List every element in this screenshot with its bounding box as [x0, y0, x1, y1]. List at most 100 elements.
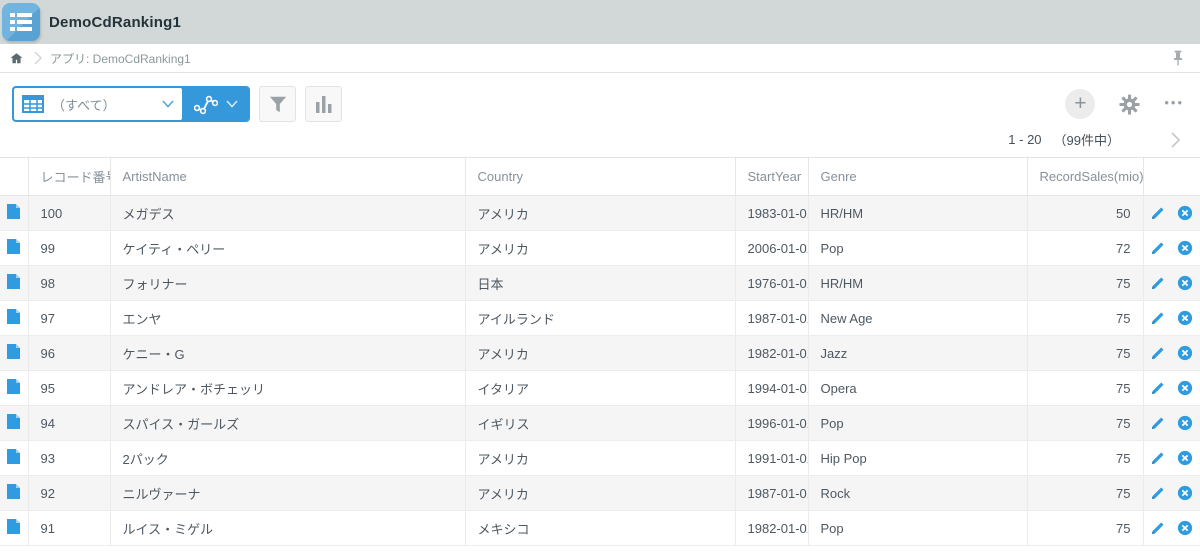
more-options-button[interactable]: •••: [1164, 95, 1184, 114]
artist-name-cell: 2パック: [110, 440, 466, 476]
gear-icon: [1119, 93, 1140, 115]
add-record-button[interactable]: +: [1065, 89, 1096, 119]
record-sales-cell: 75: [1027, 510, 1144, 546]
record-number-cell: 97: [28, 300, 111, 336]
edit-record-button[interactable]: [1150, 520, 1166, 536]
genre-cell: Pop: [808, 510, 1028, 546]
delete-record-button[interactable]: [1177, 520, 1193, 536]
record-document-icon[interactable]: [6, 343, 21, 360]
country-cell: アメリカ: [465, 335, 736, 371]
breadcrumb-separator-icon: [34, 51, 42, 65]
artist-name-cell: フォリナー: [110, 265, 466, 301]
delete-record-button[interactable]: [1177, 240, 1193, 256]
delete-record-button[interactable]: [1177, 485, 1193, 501]
genre-cell: Hip Pop: [808, 440, 1028, 476]
edit-record-button[interactable]: [1150, 415, 1166, 431]
view-dropdown[interactable]: （すべて）: [14, 88, 182, 120]
start-year-cell: 1976-01-01: [735, 265, 809, 301]
record-sales-cell: 75: [1027, 405, 1144, 441]
record-document-icon[interactable]: [6, 413, 21, 430]
edit-record-button[interactable]: [1150, 485, 1166, 501]
edit-record-button[interactable]: [1150, 275, 1166, 291]
genre-cell: Pop: [808, 405, 1028, 441]
start-year-cell: 2006-01-01: [735, 230, 809, 266]
edit-record-button[interactable]: [1150, 380, 1166, 396]
delete-record-button[interactable]: [1177, 380, 1193, 396]
delete-record-button[interactable]: [1177, 345, 1193, 361]
record-document-icon[interactable]: [6, 203, 21, 220]
record-document-icon[interactable]: [6, 448, 21, 465]
filter-funnel-icon: [269, 96, 286, 112]
graph-view-switcher[interactable]: [182, 88, 248, 120]
record-list-table: レコード番号 ArtistName Country StartYear Genr…: [0, 157, 1200, 546]
table-row[interactable]: 98 フォリナー 日本 1976-01-01 HR/HM 75: [0, 265, 1200, 301]
edit-record-button[interactable]: [1150, 240, 1166, 256]
edit-record-button[interactable]: [1150, 310, 1166, 326]
table-row[interactable]: 91 ルイス・ミゲル メキシコ 1982-01-01 Pop 75: [0, 510, 1200, 546]
edit-record-button[interactable]: [1150, 345, 1166, 361]
table-row[interactable]: 94 スパイス・ガールズ イギリス 1996-01-01 Pop 75: [0, 405, 1200, 441]
record-number-cell: 99: [28, 230, 111, 266]
view-toolbar: （すべて） + •••: [0, 73, 1200, 122]
record-sales-cell: 50: [1027, 195, 1144, 231]
pagination-bar: 1 - 20 （99件中）: [0, 122, 1200, 157]
table-row[interactable]: 100 メガデス アメリカ 1983-01-01 HR/HM 50: [0, 195, 1200, 231]
pencil-icon: [1152, 242, 1164, 255]
delete-record-button[interactable]: [1177, 450, 1193, 466]
delete-record-button[interactable]: [1177, 275, 1193, 291]
table-row[interactable]: 95 アンドレア・ボチェッリ イタリア 1994-01-01 Opera 75: [0, 370, 1200, 406]
record-document-icon[interactable]: [6, 273, 21, 290]
app-title: DemoCdRanking1: [49, 13, 181, 31]
column-header-start-year[interactable]: StartYear: [735, 157, 809, 196]
app-menu-icon[interactable]: [2, 3, 40, 41]
delete-record-button[interactable]: [1177, 415, 1193, 431]
column-header-sales[interactable]: RecordSales(mio): [1027, 157, 1144, 196]
toolbar-right-controls: + •••: [1065, 89, 1184, 119]
edit-record-button[interactable]: [1150, 205, 1166, 221]
delete-record-button[interactable]: [1177, 310, 1193, 326]
country-cell: イタリア: [465, 370, 736, 406]
filter-button[interactable]: [259, 86, 296, 122]
home-icon[interactable]: [9, 51, 24, 66]
pencil-icon: [1152, 522, 1164, 535]
record-number-cell: 93: [28, 440, 111, 476]
pencil-icon: [1152, 207, 1164, 220]
record-sales-cell: 75: [1027, 265, 1144, 301]
edit-record-button[interactable]: [1150, 450, 1166, 466]
artist-name-cell: ケイティ・ペリー: [110, 230, 466, 266]
x-circle-icon: [1178, 240, 1193, 256]
genre-cell: Pop: [808, 230, 1028, 266]
table-row[interactable]: 97 エンヤ アイルランド 1987-01-01 New Age 75: [0, 300, 1200, 336]
record-document-icon[interactable]: [6, 483, 21, 500]
start-year-cell: 1994-01-01: [735, 370, 809, 406]
delete-record-button[interactable]: [1177, 205, 1193, 221]
breadcrumb-app-link[interactable]: アプリ: DemoCdRanking1: [50, 50, 191, 67]
chevron-down-icon: [226, 100, 238, 108]
record-document-icon[interactable]: [6, 308, 21, 325]
app-header-bar: DemoCdRanking1: [0, 0, 1200, 44]
genre-cell: New Age: [808, 300, 1028, 336]
pin-icon[interactable]: [1170, 49, 1186, 67]
chevron-right-icon: [1171, 131, 1181, 148]
record-document-icon[interactable]: [6, 518, 21, 535]
record-sales-cell: 75: [1027, 475, 1144, 511]
table-row[interactable]: 99 ケイティ・ペリー アメリカ 2006-01-01 Pop 72: [0, 230, 1200, 266]
column-header-artist[interactable]: ArtistName: [110, 157, 466, 196]
app-settings-button[interactable]: [1118, 93, 1141, 116]
column-header-country[interactable]: Country: [465, 157, 736, 196]
record-number-cell: 96: [28, 335, 111, 371]
country-cell: アメリカ: [465, 475, 736, 511]
record-document-icon[interactable]: [6, 238, 21, 255]
next-page-button[interactable]: [1166, 130, 1184, 150]
table-row[interactable]: 92 ニルヴァーナ アメリカ 1987-01-01 Rock 75: [0, 475, 1200, 511]
table-row[interactable]: 96 ケニー・G アメリカ 1982-01-01 Jazz 75: [0, 335, 1200, 371]
breadcrumb: アプリ: DemoCdRanking1: [0, 44, 1200, 73]
chart-button[interactable]: [305, 86, 342, 122]
column-header-record-no[interactable]: レコード番号: [28, 157, 111, 196]
column-header-genre[interactable]: Genre: [808, 157, 1028, 196]
x-circle-icon: [1178, 380, 1193, 396]
table-row[interactable]: 93 2パック アメリカ 1991-01-01 Hip Pop 75: [0, 440, 1200, 476]
x-circle-icon: [1178, 275, 1193, 291]
start-year-cell: 1982-01-01: [735, 510, 809, 546]
record-document-icon[interactable]: [6, 378, 21, 395]
